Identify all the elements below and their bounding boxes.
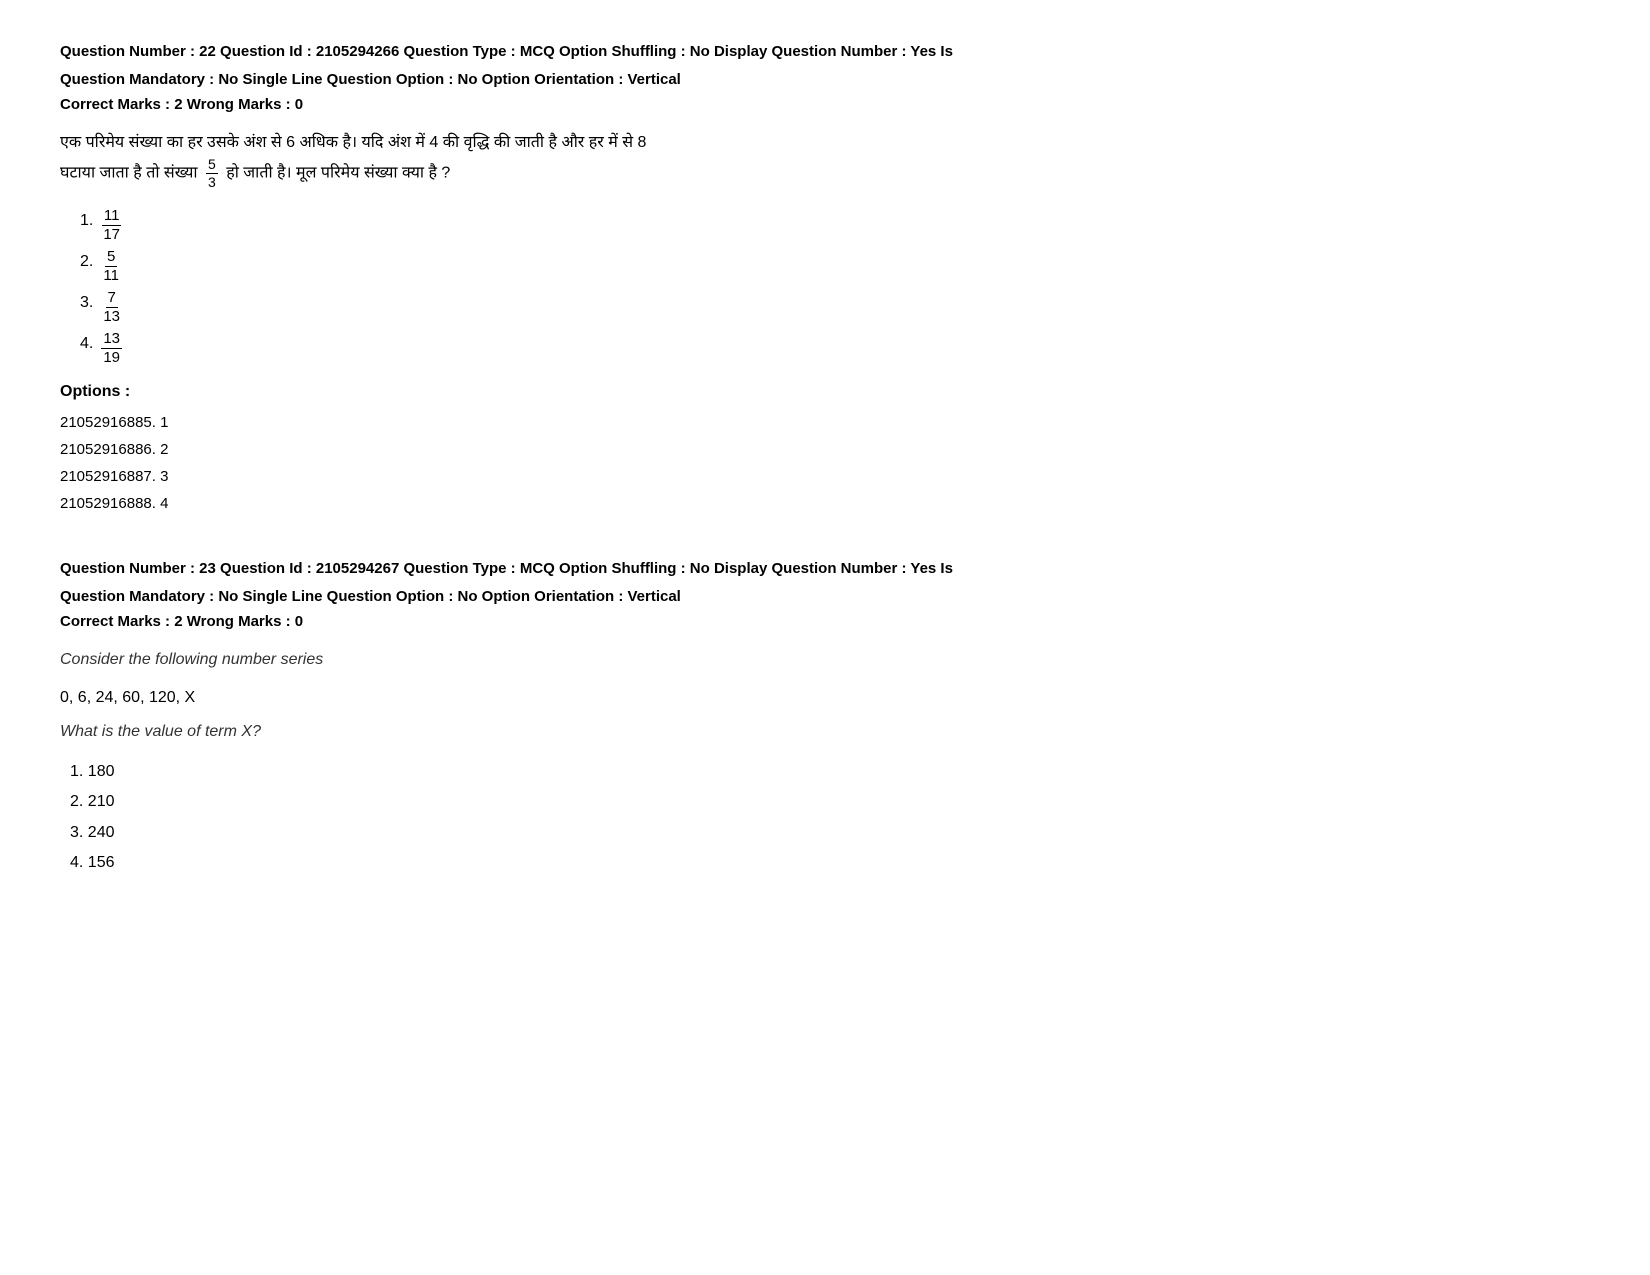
option-22-4-fraction: 13 19	[101, 330, 122, 367]
option-22-2-number: 2.	[80, 248, 93, 277]
option-id-22-4: 21052916888. 4	[60, 490, 1590, 517]
question-22-option-id-list: 21052916885. 1 21052916886. 2 2105291688…	[60, 409, 1590, 517]
question-23-block: Question Number : 23 Question Id : 21052…	[60, 557, 1590, 879]
question-22-text: एक परिमेय संख्या का हर उसके अंश से 6 अधि…	[60, 129, 1590, 191]
question-23-meta-line1: Question Number : 23 Question Id : 21052…	[60, 557, 1590, 581]
option-23-1: 1. 180	[70, 757, 1590, 787]
question-22-hindi-line1: एक परिमेय संख्या का हर उसके अंश से 6 अधि…	[60, 134, 646, 151]
option-id-22-2: 21052916886. 2	[60, 436, 1590, 463]
question-23-meta-line2: Question Mandatory : No Single Line Ques…	[60, 585, 1590, 609]
option-22-1-number: 1.	[80, 207, 93, 236]
option-22-3-den: 13	[101, 308, 122, 326]
question-22-meta-line2: Question Mandatory : No Single Line Ques…	[60, 68, 1590, 92]
option-22-2: 2. 5 11	[80, 248, 1590, 285]
question-22-marks: Correct Marks : 2 Wrong Marks : 0	[60, 96, 1590, 113]
question-23-series: 0, 6, 24, 60, 120, X	[60, 689, 1590, 707]
question-22-block: Question Number : 22 Question Id : 21052…	[60, 40, 1590, 517]
question-22-options-list: 1. 11 17 2. 5 11 3. 7 13 4. 13 19	[60, 207, 1590, 367]
question-22-hindi-line3: हो जाती है। मूल परिमेय संख्या क्या है ?	[226, 165, 450, 182]
option-22-4-den: 19	[101, 349, 122, 367]
inline-fraction-numerator: 5	[206, 156, 218, 174]
option-22-2-fraction: 5 11	[101, 248, 121, 285]
option-22-4: 4. 13 19	[80, 330, 1590, 367]
option-22-3: 3. 7 13	[80, 289, 1590, 326]
question-23-marks: Correct Marks : 2 Wrong Marks : 0	[60, 613, 1590, 630]
option-22-1-den: 17	[101, 226, 122, 244]
question-22-meta-line1: Question Number : 22 Question Id : 21052…	[60, 40, 1590, 64]
question-23-options-list: 1. 180 2. 210 3. 240 4. 156	[60, 757, 1590, 879]
option-23-2: 2. 210	[70, 787, 1590, 817]
question-22-hindi-line2-prefix: घटाया जाता है तो संख्या	[60, 165, 198, 182]
option-22-1: 1. 11 17	[80, 207, 1590, 244]
option-22-2-den: 11	[101, 267, 121, 285]
question-23-text-plain: Consider the following number series	[60, 646, 1590, 673]
question-22-options-label: Options :	[60, 383, 1590, 401]
option-22-3-num: 7	[106, 289, 118, 308]
option-23-4: 4. 156	[70, 848, 1590, 878]
option-22-3-fraction: 7 13	[101, 289, 122, 326]
option-22-4-number: 4.	[80, 330, 93, 359]
option-22-3-number: 3.	[80, 289, 93, 318]
option-22-1-num: 11	[102, 207, 122, 226]
option-23-3: 3. 240	[70, 818, 1590, 848]
option-22-1-fraction: 11 17	[101, 207, 122, 244]
option-id-22-3: 21052916887. 3	[60, 463, 1590, 490]
question-23-ask: What is the value of term X?	[60, 723, 1590, 741]
option-id-22-1: 21052916885. 1	[60, 409, 1590, 436]
inline-fraction: 5 3	[206, 156, 218, 191]
inline-fraction-denominator: 3	[206, 174, 218, 191]
option-22-2-num: 5	[105, 248, 117, 267]
option-22-4-num: 13	[101, 330, 122, 349]
